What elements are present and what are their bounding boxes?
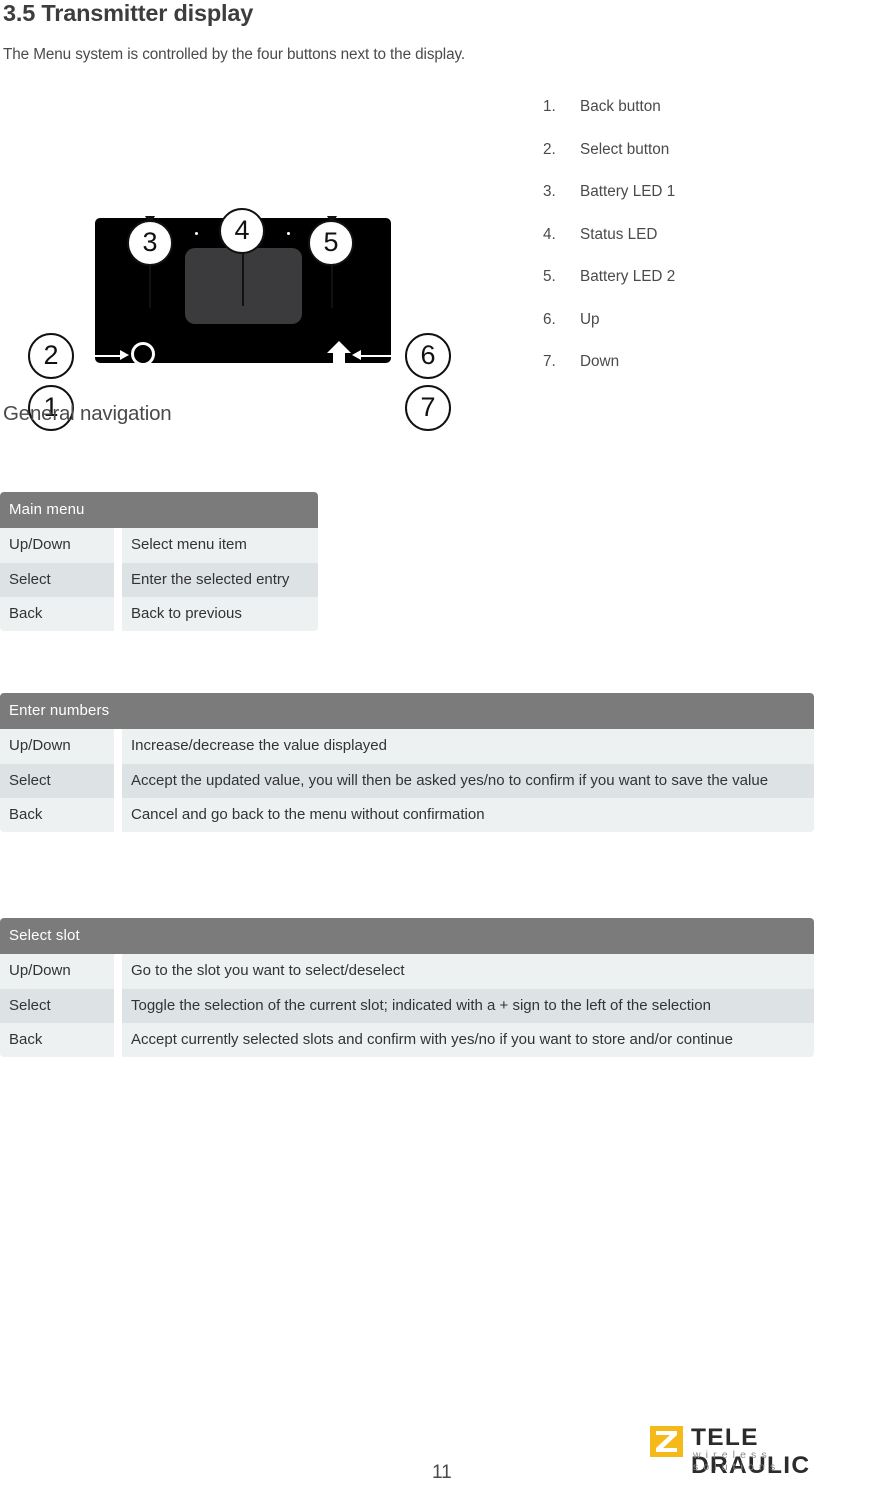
table-cell-value: Accept the updated value, you will then … (122, 763, 814, 798)
table-cell-key: Back (0, 1022, 114, 1058)
list-item-label: Down (580, 353, 620, 370)
table-cell-key: Back (0, 797, 114, 833)
table-row: Select Toggle the selection of the curre… (0, 988, 814, 1023)
table-cell-key: Up/Down (0, 729, 114, 764)
list-item: 1. Back button (543, 98, 843, 141)
callout-4: 4 (219, 208, 265, 254)
column-gap (114, 729, 122, 764)
list-item-index: 6. (543, 310, 556, 328)
list-item-index: 2. (543, 140, 556, 158)
list-item-label: Select button (580, 140, 670, 158)
decorative-dot-left-icon (195, 232, 198, 235)
table-cell-key: Back (0, 596, 114, 632)
callout-2: 2 (28, 333, 74, 379)
list-item: 5. Battery LED 2 (543, 268, 843, 311)
legend-list: 1. Back button 2. Select button 3. Batte… (543, 98, 843, 396)
table-cell-value: Go to the slot you want to select/desele… (122, 954, 814, 989)
page-number: 11 (432, 1462, 452, 1483)
leader-arrowhead-2 (120, 350, 129, 360)
footer-logo: TELE DRAULIC wireless solutions (650, 1424, 864, 1479)
list-item: 3. Battery LED 1 (543, 183, 843, 226)
list-item-label: Battery LED 1 (580, 183, 676, 200)
list-item: 2. Select button (543, 141, 843, 184)
table-row: Back Cancel and go back to the menu with… (0, 797, 814, 833)
table-enter-numbers: Enter numbers Up/Down Increase/decrease … (0, 693, 814, 833)
page-title: 3.5 Transmitter display (3, 0, 254, 26)
table-cell-value: Cancel and go back to the menu without c… (122, 797, 814, 833)
table-header-label: Select slot (0, 918, 814, 955)
list-item-index: 7. (543, 353, 556, 370)
list-item-index: 5. (543, 268, 556, 285)
leader-arrowhead-6 (352, 350, 361, 360)
list-item: 6. Up (543, 311, 843, 354)
table-select-slot: Select slot Up/Down Go to the slot you w… (0, 918, 814, 1058)
table-cell-key: Select (0, 763, 114, 798)
leader-line-3 (149, 266, 151, 308)
section-heading-general-navigation: General navigation (3, 402, 172, 425)
table-cell-value: Enter the selected entry (122, 562, 318, 597)
table-cell-value: Accept currently selected slots and conf… (122, 1022, 814, 1058)
table-header-row: Main menu (0, 492, 318, 529)
table-cell-key: Up/Down (0, 528, 114, 563)
list-item-label: Up (580, 310, 600, 328)
table-row: Back Back to previous (0, 596, 318, 632)
column-gap (114, 562, 122, 597)
leader-line-5 (331, 266, 333, 308)
table-header-label: Enter numbers (0, 693, 814, 730)
column-gap (114, 1022, 122, 1058)
leader-line-7 (358, 408, 408, 410)
leader-line-6 (358, 355, 408, 357)
list-item-label: Status LED (580, 225, 658, 243)
callout-5: 5 (308, 220, 354, 266)
table-cell-value: Increase/decrease the value displayed (122, 729, 814, 764)
column-gap (114, 797, 122, 833)
table-main-menu: Main menu Up/Down Select menu item Selec… (0, 492, 318, 632)
decorative-dot-right-icon (287, 232, 290, 235)
column-gap (114, 763, 122, 798)
list-item-index: 1. (543, 98, 556, 115)
leader-line-2 (74, 355, 124, 357)
table-row: Back Accept currently selected slots and… (0, 1022, 814, 1058)
column-gap (114, 954, 122, 989)
callout-3: 3 (127, 220, 173, 266)
list-item: 7. Down (543, 353, 843, 396)
leader-arrowhead-7 (352, 403, 361, 413)
table-header-row: Select slot (0, 918, 814, 955)
column-gap (114, 988, 122, 1023)
up-arrow-icon (324, 338, 354, 368)
table-cell-key: Up/Down (0, 954, 114, 989)
column-gap (114, 596, 122, 632)
table-header-label: Main menu (0, 492, 318, 529)
list-item: 4. Status LED (543, 226, 843, 269)
table-cell-key: Select (0, 562, 114, 597)
table-row: Select Accept the updated value, you wil… (0, 763, 814, 798)
list-item-label: Battery LED 2 (580, 268, 676, 285)
column-gap (114, 528, 122, 563)
list-item-index: 4. (543, 225, 556, 243)
list-item-index: 3. (543, 183, 556, 200)
callout-6: 6 (405, 333, 451, 379)
table-row: Up/Down Increase/decrease the value disp… (0, 729, 814, 764)
callout-7: 7 (405, 385, 451, 431)
table-row: Select Enter the selected entry (0, 562, 318, 597)
table-header-row: Enter numbers (0, 693, 814, 730)
select-button-icon (131, 342, 155, 366)
leader-line-4 (242, 254, 244, 306)
intro-paragraph: The Menu system is controlled by the fou… (3, 46, 466, 63)
table-row: Up/Down Go to the slot you want to selec… (0, 954, 814, 989)
table-cell-value: Back to previous (122, 596, 318, 632)
list-item-label: Back button (580, 98, 661, 115)
table-cell-value: Select menu item (122, 528, 318, 563)
table-cell-value: Toggle the selection of the current slot… (122, 988, 814, 1023)
table-row: Up/Down Select menu item (0, 528, 318, 563)
transmitter-display-figure: 1 2 3 4 5 6 7 (0, 92, 500, 431)
brand-tagline: wireless solutions (693, 1449, 781, 1473)
table-cell-key: Select (0, 988, 114, 1023)
down-arrow-icon (324, 391, 354, 421)
tele-draulic-logo-icon (650, 1426, 683, 1457)
